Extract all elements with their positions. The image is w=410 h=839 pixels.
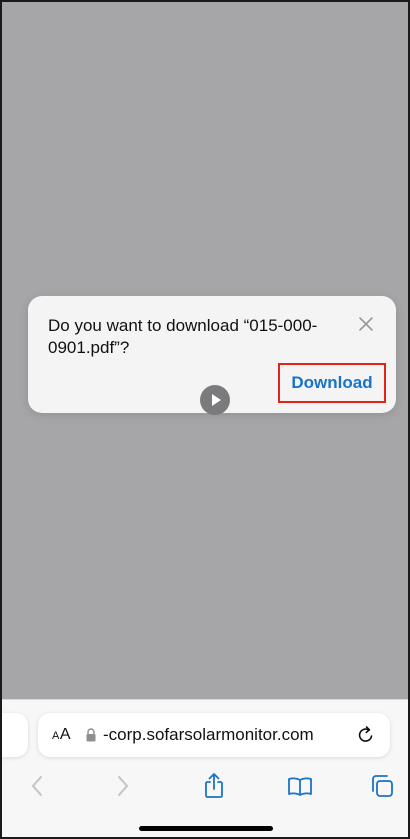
download-prompt-dialog: Do you want to download “015-000-0901.pd… [28,296,396,415]
chevron-right-icon [118,776,128,796]
aa-large-label: A [59,726,72,743]
address-bar[interactable]: AA -corp.sofarsolarmonitor.com [38,713,390,757]
home-indicator[interactable] [139,826,273,831]
browser-toolbar: AA -corp.sofarsolarmonitor.com [2,699,408,837]
book-icon [288,777,312,796]
url-text: -corp.sofarsolarmonitor.com [103,725,314,744]
phone-screen: Do you want to download “015-000-0901.pd… [0,0,410,839]
web-page-content: Do you want to download “015-000-0901.pd… [2,2,408,699]
chevron-left-icon [32,776,42,796]
reload-icon[interactable] [356,725,376,745]
download-prompt-message: Do you want to download “015-000-0901.pd… [48,316,318,357]
tabs-icon [372,775,393,797]
close-icon[interactable] [356,314,376,334]
lock-icon [86,728,96,742]
share-button[interactable] [198,770,230,802]
bookmarks-button[interactable] [284,770,316,802]
previous-tab-preview[interactable] [2,713,28,757]
reader-settings-button[interactable]: AA [52,726,71,744]
forward-button[interactable] [106,770,138,802]
download-button[interactable]: Download [278,363,386,403]
share-icon [205,773,223,798]
toolbar-nav-row [2,770,408,806]
tabs-button[interactable] [366,770,398,802]
play-icon[interactable] [200,385,230,415]
aa-small-label: A [52,730,60,742]
back-button[interactable] [22,770,54,802]
